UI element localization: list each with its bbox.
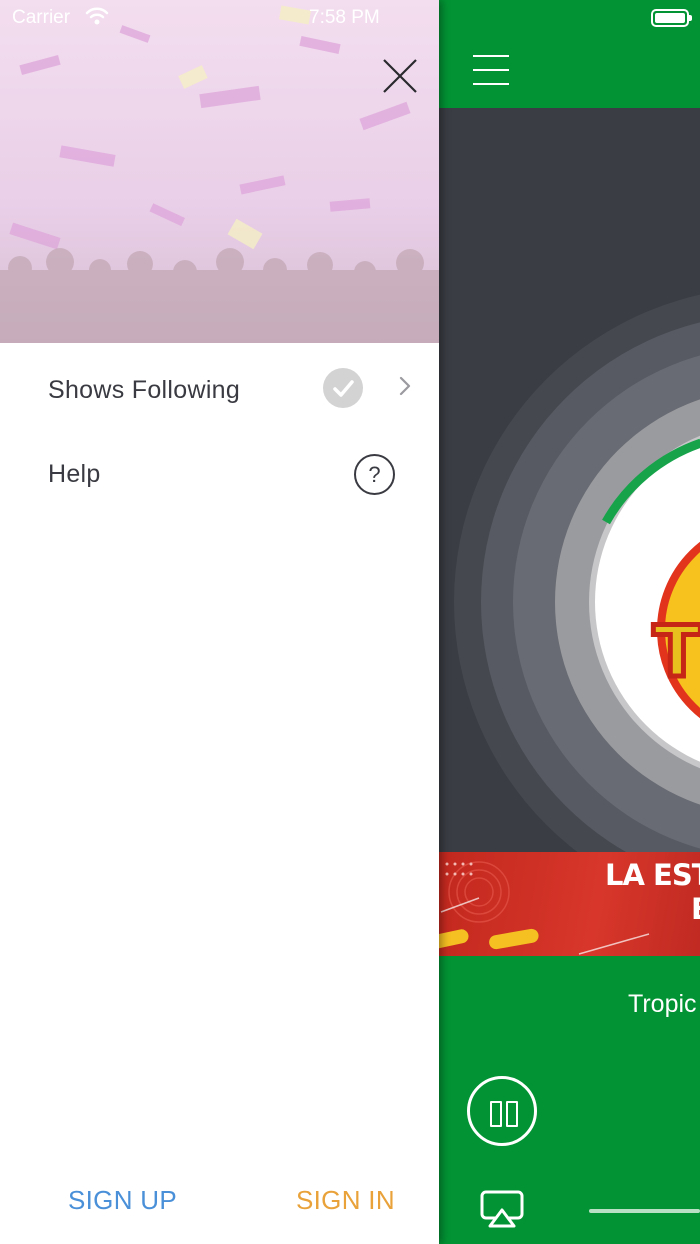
volume-slider[interactable] [589,1209,700,1213]
side-drawer: Carrier 7:58 PM Shows Following Help ? S… [0,0,439,1244]
pause-button[interactable] [467,1076,537,1146]
check-circle-icon [323,368,363,408]
album-art-area: TR [439,108,700,910]
hamburger-menu-icon[interactable] [473,55,509,87]
menu-item-label: Help [48,460,101,488]
station-name: Tropic [628,990,697,1018]
chevron-right-icon [399,376,411,396]
promo-banner[interactable]: LA ESTA E [439,852,700,956]
menu-item-shows-following[interactable]: Shows Following [0,356,439,426]
question-circle-icon: ? [354,454,395,495]
clock: 7:58 PM [309,7,380,28]
wifi-icon [85,7,109,25]
sign-in-button[interactable]: SIGN IN [296,1185,395,1216]
app-header [439,0,700,108]
player-app: TR LA ESTA E Tropic [439,0,700,1244]
battery-icon [651,9,692,27]
sign-up-button[interactable]: SIGN UP [68,1185,177,1216]
menu-item-label: Shows Following [48,376,241,404]
banner-title: LA ESTA E [605,858,700,926]
carrier-label: Carrier [12,7,71,28]
station-logo-disc: TR [454,294,700,910]
airplay-icon[interactable] [480,1190,524,1230]
close-icon[interactable] [380,56,420,96]
menu-item-help[interactable]: Help ? [0,440,439,510]
drawer-header-image: Carrier 7:58 PM [0,0,439,343]
logo-text: TR [653,611,700,693]
concert-crowd-image [0,0,439,343]
